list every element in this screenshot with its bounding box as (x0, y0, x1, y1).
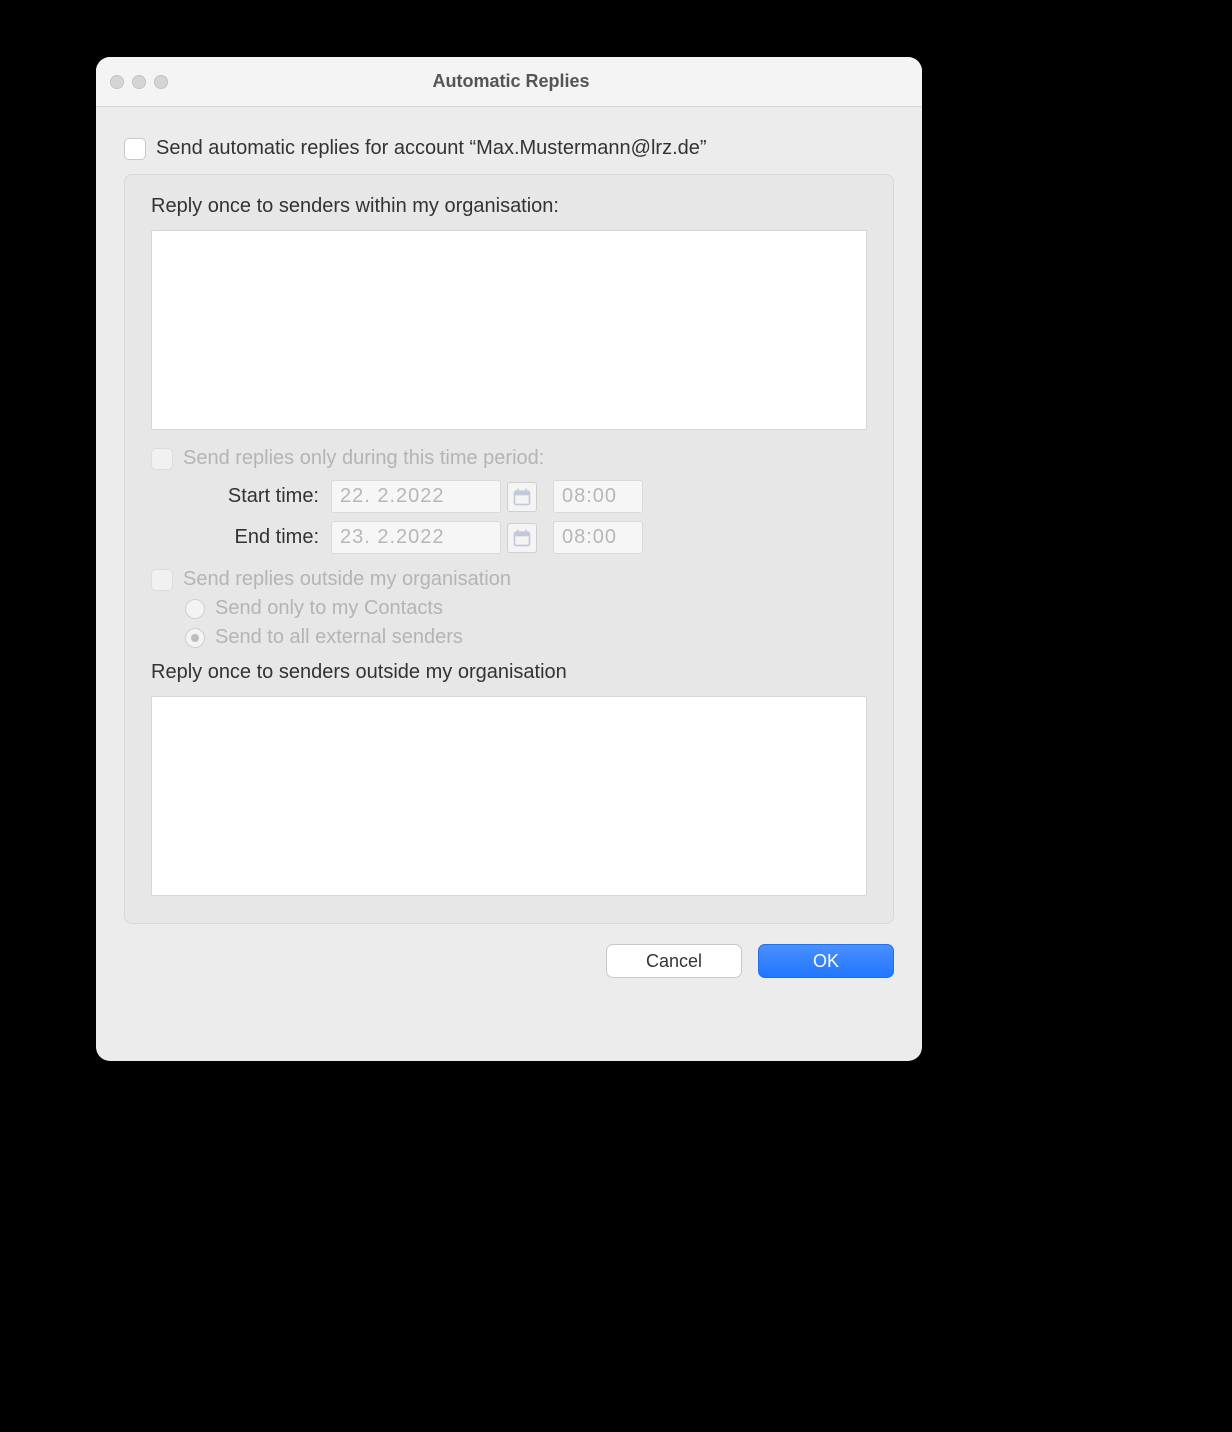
external-replies-label: Send replies outside my organisation (183, 568, 511, 591)
radio-all-label: Send to all external senders (215, 626, 463, 649)
dialog-content: Send automatic replies for account “Max.… (96, 107, 922, 1000)
end-time-field[interactable]: 08:00 (553, 521, 643, 554)
ok-button[interactable]: OK (758, 944, 894, 978)
time-period-row: Send replies only during this time perio… (151, 447, 867, 470)
external-reply-textarea[interactable] (151, 696, 867, 896)
titlebar: Automatic Replies (96, 57, 922, 107)
enable-auto-replies-row: Send automatic replies for account “Max.… (124, 137, 894, 160)
start-date-field[interactable]: 22. 2.2022 (331, 480, 501, 513)
radio-all-external[interactable] (185, 628, 205, 648)
enable-auto-replies-label: Send automatic replies for account “Max.… (156, 137, 707, 160)
internal-reply-label: Reply once to senders within my organisa… (151, 195, 867, 218)
start-date-calendar-button[interactable] (507, 482, 537, 512)
settings-panel: Reply once to senders within my organisa… (124, 174, 894, 924)
dialog-window: Automatic Replies Send automatic replies… (96, 57, 922, 1061)
time-period-checkbox[interactable] (151, 448, 173, 470)
time-period-grid: Start time: 22. 2.2022 08:00 End time: 2… (185, 480, 867, 554)
radio-contacts-only[interactable] (185, 599, 205, 619)
calendar-icon (512, 487, 532, 507)
radio-all-row: Send to all external senders (185, 626, 867, 649)
start-time-label: Start time: (185, 485, 325, 508)
enable-auto-replies-checkbox[interactable] (124, 138, 146, 160)
radio-contacts-row: Send only to my Contacts (185, 597, 867, 620)
window-title: Automatic Replies (114, 71, 908, 92)
end-date-field[interactable]: 23. 2.2022 (331, 521, 501, 554)
external-replies-row: Send replies outside my organisation (151, 568, 867, 591)
external-replies-checkbox[interactable] (151, 569, 173, 591)
external-reply-label: Reply once to senders outside my organis… (151, 661, 867, 684)
time-period-label: Send replies only during this time perio… (183, 447, 544, 470)
external-scope-radiogroup: Send only to my Contacts Send to all ext… (185, 597, 867, 649)
dialog-buttons: Cancel OK (124, 944, 894, 978)
calendar-icon (512, 528, 532, 548)
start-time-field[interactable]: 08:00 (553, 480, 643, 513)
end-time-label: End time: (185, 526, 325, 549)
radio-contacts-label: Send only to my Contacts (215, 597, 443, 620)
end-date-calendar-button[interactable] (507, 523, 537, 553)
cancel-button[interactable]: Cancel (606, 944, 742, 978)
internal-reply-textarea[interactable] (151, 230, 867, 430)
